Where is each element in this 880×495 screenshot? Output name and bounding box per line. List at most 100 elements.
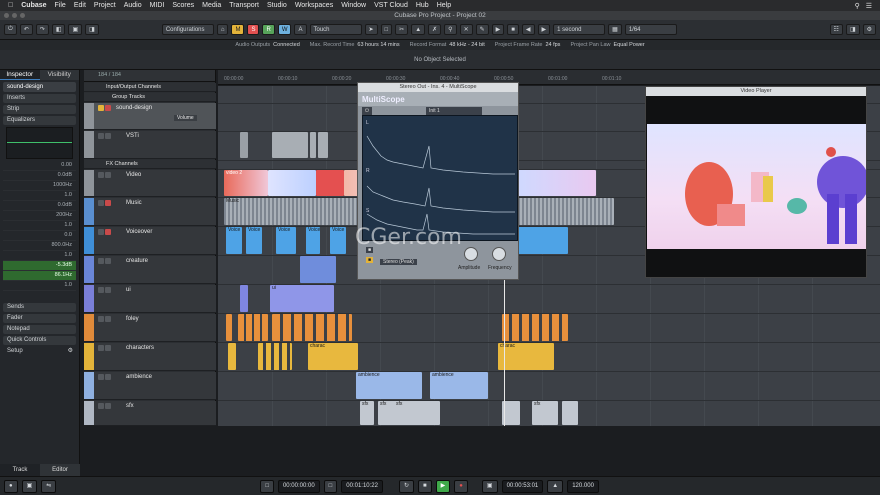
video-clip[interactable]: video 2 bbox=[224, 170, 268, 196]
video-clip[interactable] bbox=[268, 170, 316, 196]
eq-value[interactable]: 86.1Hz bbox=[3, 271, 76, 281]
vsti-clip[interactable] bbox=[240, 132, 248, 158]
eq-value[interactable]: 1000Hz bbox=[3, 181, 76, 191]
mute-button[interactable] bbox=[98, 229, 104, 235]
tempo-display[interactable]: 120.000 bbox=[567, 479, 599, 493]
metronome-icon[interactable]: ▲ bbox=[547, 479, 564, 493]
characters-clip[interactable] bbox=[258, 343, 292, 370]
mute-button[interactable] bbox=[98, 200, 104, 206]
eq-value[interactable]: 1.0 bbox=[3, 221, 76, 231]
solo-button[interactable] bbox=[105, 374, 111, 380]
solo-button[interactable] bbox=[105, 133, 111, 139]
automation-panel-button[interactable]: A bbox=[294, 24, 307, 35]
eq-curve-display[interactable] bbox=[6, 127, 73, 159]
tab-track[interactable]: Track bbox=[0, 464, 40, 476]
ui-clip[interactable]: ui bbox=[270, 285, 334, 312]
mute-tool-icon[interactable]: ✕ bbox=[459, 24, 473, 35]
zoom-window-icon[interactable] bbox=[20, 13, 25, 18]
mute-button[interactable] bbox=[98, 133, 104, 139]
record-button[interactable]: ● bbox=[454, 479, 468, 493]
voiceover-clip[interactable]: Voice bbox=[226, 227, 242, 254]
voiceover-clip[interactable]: Voice bbox=[330, 227, 346, 254]
range-tool-icon[interactable]: □ bbox=[380, 24, 393, 35]
mute-button[interactable] bbox=[98, 374, 104, 380]
quantize-dropdown[interactable]: 1/64 bbox=[624, 24, 677, 35]
track-creature[interactable]: creature bbox=[84, 256, 216, 284]
inspector-track-name[interactable]: sound-design bbox=[3, 82, 76, 92]
punch-icon[interactable]: ▣ bbox=[21, 479, 38, 493]
menu-audio[interactable]: Audio bbox=[124, 2, 142, 9]
menu-file[interactable]: File bbox=[55, 2, 66, 9]
solo-button[interactable] bbox=[105, 172, 111, 178]
tab-visibility[interactable]: Visibility bbox=[39, 70, 79, 80]
stop-button[interactable]: ■ bbox=[418, 479, 432, 493]
voiceover-clip[interactable]: Voice bbox=[246, 227, 262, 254]
sfx-clip[interactable]: sfx bbox=[532, 401, 558, 425]
layout-right-icon[interactable]: ◨ bbox=[85, 24, 99, 35]
mute-all-button[interactable]: M bbox=[231, 24, 245, 35]
menu-media[interactable]: Media bbox=[202, 2, 221, 9]
solo-button[interactable] bbox=[105, 200, 111, 206]
track-name[interactable]: Video bbox=[126, 172, 141, 178]
freeze-button[interactable]: ■ bbox=[366, 257, 374, 263]
inspector-section-equalizers[interactable]: Equalizers bbox=[3, 116, 76, 125]
menu-midi[interactable]: MIDI bbox=[150, 2, 165, 9]
track-name[interactable]: Voiceover bbox=[126, 229, 152, 235]
minimize-window-icon[interactable] bbox=[12, 13, 17, 18]
menu-transport[interactable]: Transport bbox=[229, 2, 259, 9]
mute-button[interactable] bbox=[98, 258, 104, 264]
track-name[interactable]: characters bbox=[126, 345, 154, 351]
search-icon[interactable]: ⚲ bbox=[855, 2, 860, 10]
menu-edit[interactable]: Edit bbox=[74, 2, 86, 9]
gear-icon[interactable]: ⚙ bbox=[68, 347, 73, 356]
bypass-icon[interactable]: ⏻ bbox=[362, 107, 372, 115]
auto-quantize-icon[interactable]: ⇋ bbox=[41, 479, 57, 493]
undo-icon[interactable]: ↶ bbox=[19, 24, 33, 35]
menu-workspaces[interactable]: Workspaces bbox=[295, 2, 333, 9]
mute-button[interactable] bbox=[98, 105, 104, 111]
track-sound-design[interactable]: sound-design Volume bbox=[84, 103, 216, 130]
track-video[interactable]: Video bbox=[84, 170, 216, 197]
activate-project-icon[interactable]: ⏻ bbox=[4, 24, 17, 35]
right-locator-display[interactable]: 00:01:10:22 bbox=[341, 479, 383, 493]
redo-icon[interactable]: ↷ bbox=[35, 24, 49, 35]
music-clip[interactable] bbox=[518, 198, 614, 225]
ui-clip[interactable] bbox=[240, 285, 248, 312]
close-window-icon[interactable] bbox=[4, 13, 9, 18]
frame-rate-label[interactable]: Project Frame Rate 24 fps bbox=[495, 42, 561, 48]
menu-window[interactable]: Window bbox=[341, 2, 366, 9]
eq-value[interactable]: 1.0 bbox=[3, 191, 76, 201]
inspector-section-notepad[interactable]: Notepad bbox=[3, 325, 76, 334]
channel-mode-dropdown[interactable]: Stereo (Peak) bbox=[380, 259, 417, 265]
menu-vst-cloud[interactable]: VST Cloud bbox=[374, 2, 408, 9]
track-name[interactable]: sfx bbox=[126, 403, 134, 409]
ambience-clip[interactable]: ambience bbox=[430, 372, 488, 399]
read-all-button[interactable]: R bbox=[262, 24, 275, 35]
menu-scores[interactable]: Scores bbox=[172, 2, 194, 9]
record-format-label[interactable]: Record Format 48 kHz - 24 bit bbox=[410, 42, 485, 48]
play-tool-icon[interactable]: ▶ bbox=[491, 24, 505, 35]
multiscope-title[interactable]: Stereo Out - Ins. 4 - MultiScope bbox=[358, 83, 518, 92]
solo-button[interactable] bbox=[105, 345, 111, 351]
track-ui[interactable]: ui bbox=[84, 285, 216, 313]
multiscope-window[interactable]: Stereo Out - Ins. 4 - MultiScope MultiSc… bbox=[357, 82, 519, 280]
eq-value[interactable]: 800.0Hz bbox=[3, 241, 76, 251]
menu-app-name[interactable]: Cubase bbox=[21, 2, 46, 9]
tab-inspector[interactable]: Inspector bbox=[0, 70, 40, 80]
apple-icon[interactable]:  bbox=[8, 2, 13, 9]
record-mode-icon[interactable]: ● bbox=[4, 479, 18, 493]
inspector-section-fader[interactable]: Fader bbox=[3, 314, 76, 323]
automation-mode-dropdown[interactable]: Touch bbox=[309, 24, 362, 35]
tab-editor[interactable]: Editor bbox=[40, 464, 80, 476]
characters-clip[interactable]: charac bbox=[498, 343, 554, 370]
track-name[interactable]: ui bbox=[126, 287, 131, 293]
inspector-section-strip[interactable]: Strip bbox=[3, 105, 76, 114]
pointer-tool-icon[interactable]: ➤ bbox=[364, 24, 378, 35]
foley-clip[interactable] bbox=[226, 314, 232, 341]
sfx-clip[interactable] bbox=[562, 401, 578, 425]
solo-all-button[interactable]: S bbox=[247, 24, 260, 35]
folder-fx-channels[interactable]: FX Channels bbox=[84, 160, 216, 169]
layout-bottom-icon[interactable]: ▣ bbox=[68, 24, 83, 35]
folder-io-channels[interactable]: Input/Output Channels bbox=[84, 83, 216, 92]
erase-tool-icon[interactable]: ✗ bbox=[428, 24, 442, 35]
